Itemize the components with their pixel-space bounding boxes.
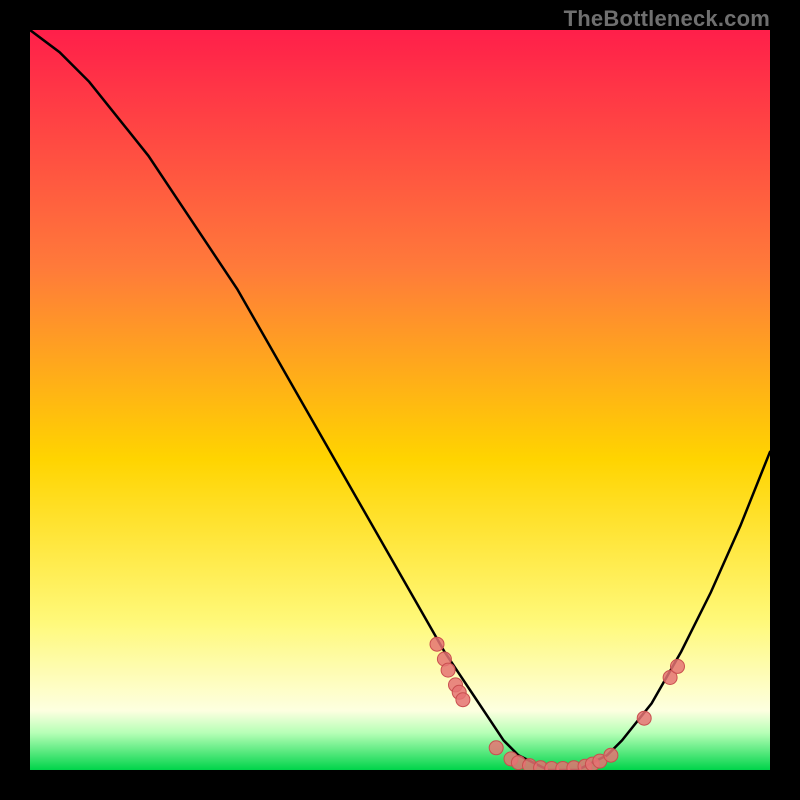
data-marker — [441, 663, 455, 677]
data-marker — [671, 659, 685, 673]
watermark-text: TheBottleneck.com — [564, 6, 770, 32]
data-marker — [604, 748, 618, 762]
gradient-background — [30, 30, 770, 770]
data-marker — [456, 693, 470, 707]
data-marker — [430, 637, 444, 651]
data-marker — [637, 711, 651, 725]
data-marker — [489, 741, 503, 755]
bottleneck-chart — [30, 30, 770, 770]
chart-frame — [30, 30, 770, 770]
